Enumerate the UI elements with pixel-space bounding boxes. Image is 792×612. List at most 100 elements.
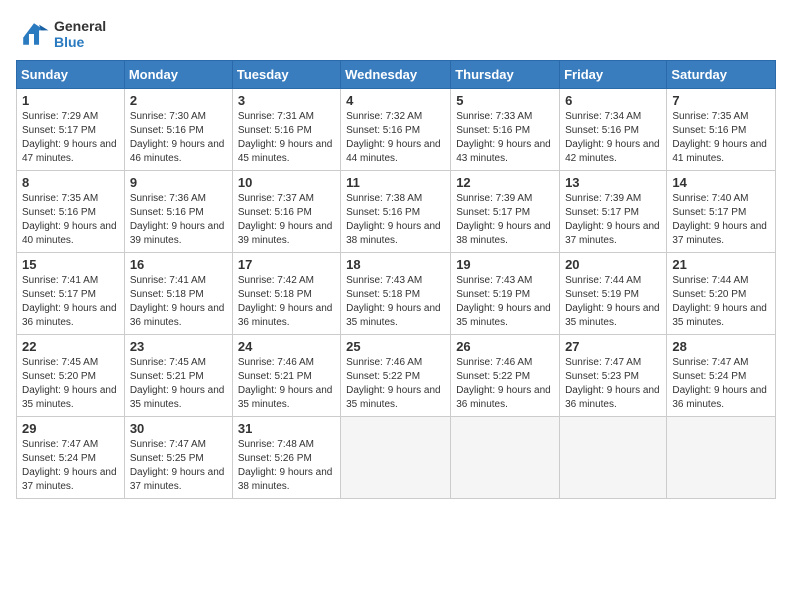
sunset-label: Sunset: 5:25 PM [130, 453, 204, 464]
sunset-label: Sunset: 5:16 PM [565, 125, 639, 136]
day-number: 16 [130, 257, 227, 272]
day-cell-7: 7 Sunrise: 7:35 AM Sunset: 5:16 PM Dayli… [667, 89, 776, 171]
daylight-label: Daylight: 9 hours and 39 minutes. [130, 221, 225, 246]
day-cell-22: 22 Sunrise: 7:45 AM Sunset: 5:20 PM Dayl… [17, 335, 125, 417]
sunrise-label: Sunrise: 7:46 AM [456, 357, 532, 368]
day-number: 19 [456, 257, 554, 272]
daylight-label: Daylight: 9 hours and 35 minutes. [22, 385, 117, 410]
day-info: Sunrise: 7:30 AM Sunset: 5:16 PM Dayligh… [130, 110, 227, 166]
logo-text: General Blue [54, 18, 106, 50]
day-cell-16: 16 Sunrise: 7:41 AM Sunset: 5:18 PM Dayl… [124, 253, 232, 335]
sunset-label: Sunset: 5:19 PM [456, 289, 530, 300]
day-number: 22 [22, 339, 119, 354]
day-info: Sunrise: 7:47 AM Sunset: 5:25 PM Dayligh… [130, 438, 227, 494]
sunset-label: Sunset: 5:19 PM [565, 289, 639, 300]
day-cell-31: 31 Sunrise: 7:48 AM Sunset: 5:26 PM Dayl… [232, 417, 340, 499]
daylight-label: Daylight: 9 hours and 36 minutes. [238, 303, 333, 328]
day-info: Sunrise: 7:42 AM Sunset: 5:18 PM Dayligh… [238, 274, 335, 330]
sunset-label: Sunset: 5:17 PM [565, 207, 639, 218]
daylight-label: Daylight: 9 hours and 35 minutes. [456, 303, 551, 328]
daylight-label: Daylight: 9 hours and 38 minutes. [456, 221, 551, 246]
sunrise-label: Sunrise: 7:46 AM [346, 357, 422, 368]
daylight-label: Daylight: 9 hours and 35 minutes. [238, 385, 333, 410]
sunset-label: Sunset: 5:24 PM [22, 453, 96, 464]
header-friday: Friday [560, 61, 667, 89]
day-cell-12: 12 Sunrise: 7:39 AM Sunset: 5:17 PM Dayl… [451, 171, 560, 253]
day-number: 2 [130, 93, 227, 108]
day-info: Sunrise: 7:34 AM Sunset: 5:16 PM Dayligh… [565, 110, 661, 166]
sunset-label: Sunset: 5:16 PM [22, 207, 96, 218]
sunrise-label: Sunrise: 7:42 AM [238, 275, 314, 286]
sunset-label: Sunset: 5:26 PM [238, 453, 312, 464]
sunset-label: Sunset: 5:24 PM [672, 371, 746, 382]
logo-icon [16, 16, 52, 52]
day-info: Sunrise: 7:41 AM Sunset: 5:17 PM Dayligh… [22, 274, 119, 330]
sunset-label: Sunset: 5:16 PM [238, 125, 312, 136]
sunset-label: Sunset: 5:17 PM [672, 207, 746, 218]
day-number: 6 [565, 93, 661, 108]
day-number: 25 [346, 339, 445, 354]
day-cell-9: 9 Sunrise: 7:36 AM Sunset: 5:16 PM Dayli… [124, 171, 232, 253]
sunset-label: Sunset: 5:16 PM [130, 125, 204, 136]
day-info: Sunrise: 7:41 AM Sunset: 5:18 PM Dayligh… [130, 274, 227, 330]
sunset-label: Sunset: 5:16 PM [238, 207, 312, 218]
daylight-label: Daylight: 9 hours and 40 minutes. [22, 221, 117, 246]
day-number: 9 [130, 175, 227, 190]
sunrise-label: Sunrise: 7:35 AM [672, 111, 748, 122]
empty-cell [560, 417, 667, 499]
sunset-label: Sunset: 5:20 PM [672, 289, 746, 300]
day-cell-13: 13 Sunrise: 7:39 AM Sunset: 5:17 PM Dayl… [560, 171, 667, 253]
week-row-3: 15 Sunrise: 7:41 AM Sunset: 5:17 PM Dayl… [17, 253, 776, 335]
week-row-1: 1 Sunrise: 7:29 AM Sunset: 5:17 PM Dayli… [17, 89, 776, 171]
daylight-label: Daylight: 9 hours and 47 minutes. [22, 139, 117, 164]
sunrise-label: Sunrise: 7:47 AM [22, 439, 98, 450]
sunrise-label: Sunrise: 7:41 AM [130, 275, 206, 286]
day-cell-30: 30 Sunrise: 7:47 AM Sunset: 5:25 PM Dayl… [124, 417, 232, 499]
day-number: 10 [238, 175, 335, 190]
sunrise-label: Sunrise: 7:44 AM [565, 275, 641, 286]
day-cell-20: 20 Sunrise: 7:44 AM Sunset: 5:19 PM Dayl… [560, 253, 667, 335]
day-info: Sunrise: 7:38 AM Sunset: 5:16 PM Dayligh… [346, 192, 445, 248]
day-info: Sunrise: 7:29 AM Sunset: 5:17 PM Dayligh… [22, 110, 119, 166]
sunrise-label: Sunrise: 7:44 AM [672, 275, 748, 286]
day-info: Sunrise: 7:35 AM Sunset: 5:16 PM Dayligh… [22, 192, 119, 248]
sunrise-label: Sunrise: 7:47 AM [565, 357, 641, 368]
sunrise-label: Sunrise: 7:43 AM [456, 275, 532, 286]
header-tuesday: Tuesday [232, 61, 340, 89]
day-number: 26 [456, 339, 554, 354]
day-number: 27 [565, 339, 661, 354]
day-cell-11: 11 Sunrise: 7:38 AM Sunset: 5:16 PM Dayl… [341, 171, 451, 253]
daylight-label: Daylight: 9 hours and 36 minutes. [130, 303, 225, 328]
day-cell-14: 14 Sunrise: 7:40 AM Sunset: 5:17 PM Dayl… [667, 171, 776, 253]
sunset-label: Sunset: 5:16 PM [346, 207, 420, 218]
daylight-label: Daylight: 9 hours and 36 minutes. [672, 385, 767, 410]
daylight-label: Daylight: 9 hours and 36 minutes. [456, 385, 551, 410]
day-number: 17 [238, 257, 335, 272]
day-cell-28: 28 Sunrise: 7:47 AM Sunset: 5:24 PM Dayl… [667, 335, 776, 417]
daylight-label: Daylight: 9 hours and 41 minutes. [672, 139, 767, 164]
sunrise-label: Sunrise: 7:45 AM [22, 357, 98, 368]
day-cell-3: 3 Sunrise: 7:31 AM Sunset: 5:16 PM Dayli… [232, 89, 340, 171]
sunset-label: Sunset: 5:20 PM [22, 371, 96, 382]
day-cell-17: 17 Sunrise: 7:42 AM Sunset: 5:18 PM Dayl… [232, 253, 340, 335]
daylight-label: Daylight: 9 hours and 44 minutes. [346, 139, 441, 164]
sunrise-label: Sunrise: 7:36 AM [130, 193, 206, 204]
sunset-label: Sunset: 5:18 PM [238, 289, 312, 300]
sunset-label: Sunset: 5:21 PM [238, 371, 312, 382]
sunset-label: Sunset: 5:17 PM [22, 289, 96, 300]
day-cell-18: 18 Sunrise: 7:43 AM Sunset: 5:18 PM Dayl… [341, 253, 451, 335]
daylight-label: Daylight: 9 hours and 38 minutes. [238, 467, 333, 492]
day-number: 24 [238, 339, 335, 354]
sunrise-label: Sunrise: 7:37 AM [238, 193, 314, 204]
day-cell-10: 10 Sunrise: 7:37 AM Sunset: 5:16 PM Dayl… [232, 171, 340, 253]
day-info: Sunrise: 7:32 AM Sunset: 5:16 PM Dayligh… [346, 110, 445, 166]
sunrise-label: Sunrise: 7:39 AM [565, 193, 641, 204]
day-cell-15: 15 Sunrise: 7:41 AM Sunset: 5:17 PM Dayl… [17, 253, 125, 335]
daylight-label: Daylight: 9 hours and 38 minutes. [346, 221, 441, 246]
day-info: Sunrise: 7:33 AM Sunset: 5:16 PM Dayligh… [456, 110, 554, 166]
day-info: Sunrise: 7:45 AM Sunset: 5:21 PM Dayligh… [130, 356, 227, 412]
day-number: 21 [672, 257, 770, 272]
day-info: Sunrise: 7:47 AM Sunset: 5:24 PM Dayligh… [672, 356, 770, 412]
daylight-label: Daylight: 9 hours and 35 minutes. [565, 303, 660, 328]
day-info: Sunrise: 7:37 AM Sunset: 5:16 PM Dayligh… [238, 192, 335, 248]
